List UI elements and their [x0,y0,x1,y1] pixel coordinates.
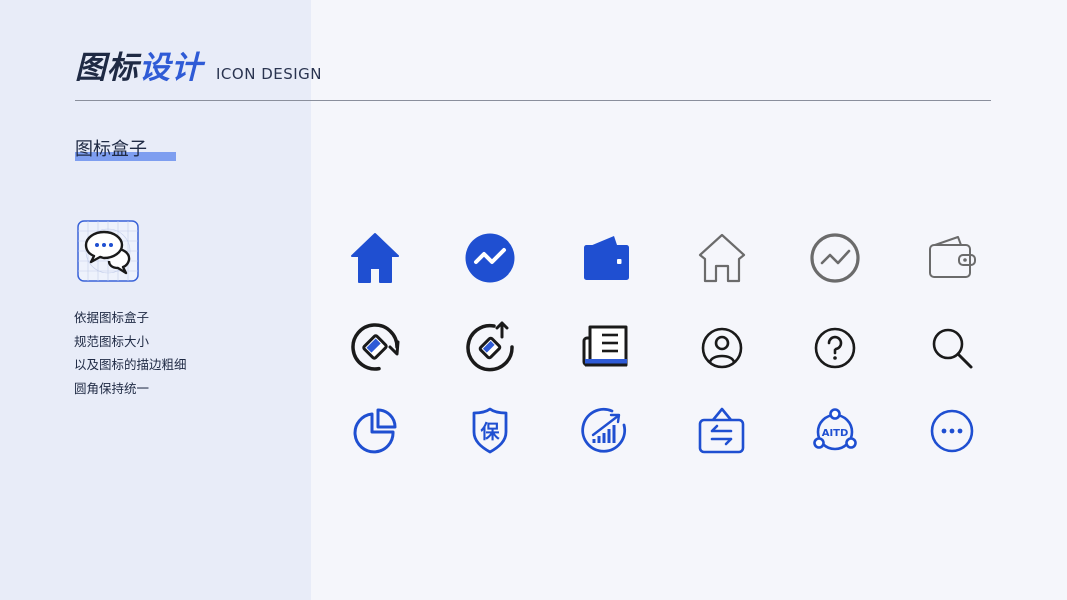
network-label: AITD [822,428,849,439]
cycle-eraser-icon [349,321,401,373]
description-line: 依据图标盒子 [74,310,150,325]
description: 依据图标盒子 规范图标大小 以及图标的描边粗细 圆角保持统一 [74,306,187,400]
icon-box-sample [77,220,139,282]
shield-char: 保 [479,420,500,443]
page-title-en: ICON DESIGN [216,65,323,83]
aitd-network-icon: AITD [809,405,861,457]
newspaper-icon [580,321,632,373]
title-part2: 设计 [139,50,203,86]
exchange-sign-icon [696,405,748,457]
chat-bubbles-icon [77,220,139,282]
help-circle-icon [809,322,861,374]
user-circle-icon [696,322,748,374]
left-panel [0,0,311,600]
refresh-upload-icon [464,321,516,373]
title-part1: 图标 [75,50,139,86]
wallet-filled-icon [582,232,634,284]
wallet-outline-icon [926,232,978,284]
pie-chart-icon [349,406,401,458]
growth-chart-icon [580,405,632,457]
trend-circle-filled-icon [464,232,516,284]
page-title: 图标设计 [75,47,203,89]
title-divider [75,100,991,101]
more-circle-icon [926,405,978,457]
insurance-shield-icon: 保 [464,405,516,457]
home-outline-icon [696,232,748,284]
description-line: 以及图标的描边粗细 [74,357,187,372]
section-subtitle: 图标盒子 [75,139,147,160]
description-line: 规范图标大小 [74,333,150,349]
search-icon [926,322,978,374]
home-filled-icon [349,232,401,284]
trend-circle-outline-icon [809,232,861,284]
description-line: 圆角保持统一 [74,380,150,396]
